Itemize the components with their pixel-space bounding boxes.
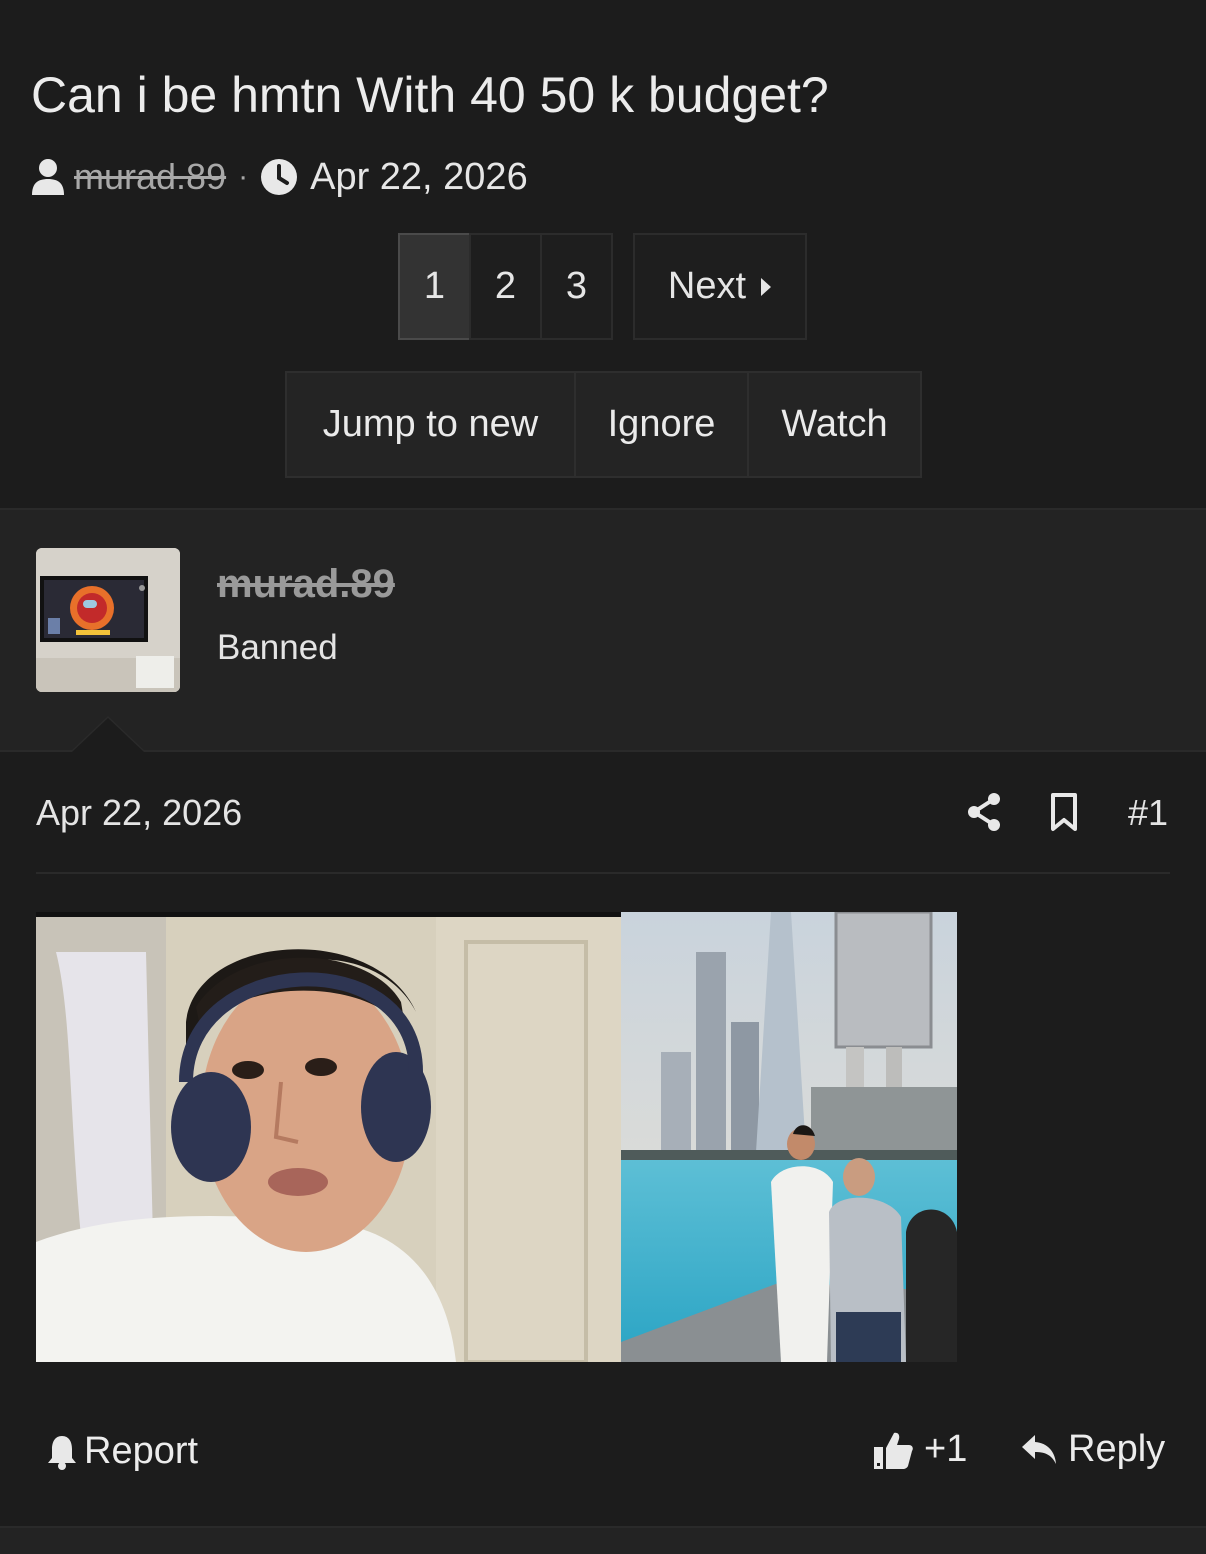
post-divider bbox=[36, 872, 1170, 874]
page-1-button[interactable]: 1 bbox=[398, 233, 471, 340]
report-link[interactable]: Report bbox=[46, 1430, 198, 1473]
share-icon[interactable] bbox=[966, 792, 1002, 832]
jump-to-new-button[interactable]: Jump to new bbox=[285, 371, 576, 478]
attached-photo-selfie[interactable] bbox=[36, 912, 621, 1362]
attached-photo-dubai[interactable] bbox=[621, 912, 957, 1362]
reply-icon bbox=[1022, 1434, 1056, 1464]
page-3-button[interactable]: 3 bbox=[540, 233, 613, 340]
pagination: 1 2 3 Next bbox=[398, 233, 807, 340]
report-label: Report bbox=[84, 1430, 199, 1472]
next-post-edge bbox=[0, 1526, 1206, 1554]
post-user-block: murad.89 Banned bbox=[0, 508, 1206, 752]
message-pointer bbox=[72, 718, 144, 752]
next-label: Next bbox=[667, 265, 747, 307]
thread-actions: Jump to new Ignore Watch bbox=[285, 371, 922, 478]
avatar-image bbox=[36, 548, 180, 692]
bookmark-icon[interactable] bbox=[1048, 792, 1080, 832]
page-2-button[interactable]: 2 bbox=[469, 233, 542, 340]
reply-label: Reply bbox=[1068, 1428, 1166, 1470]
watch-button[interactable]: Watch bbox=[747, 371, 922, 478]
thread-meta: murad.89 · Apr 22, 2026 bbox=[30, 152, 528, 202]
caret-right-icon bbox=[761, 277, 772, 296]
post-number-link[interactable]: #1 bbox=[1128, 792, 1168, 834]
post-date-link[interactable]: Apr 22, 2026 bbox=[36, 792, 242, 834]
thumbs-up-icon bbox=[874, 1432, 913, 1469]
thread-title: Can i be hmtn With 40 50 k budget? bbox=[31, 67, 829, 123]
ignore-button[interactable]: Ignore bbox=[574, 371, 749, 478]
thread-header: Can i be hmtn With 40 50 k budget? murad… bbox=[0, 0, 1206, 508]
next-page-button[interactable]: Next bbox=[633, 233, 807, 340]
reaction-count: +1 bbox=[924, 1428, 968, 1470]
clock-icon bbox=[261, 159, 298, 195]
dubai-image bbox=[621, 912, 957, 1362]
post-body: Apr 22, 2026 #1 Report +1 Reply bbox=[0, 752, 1206, 1528]
avatar[interactable] bbox=[36, 548, 180, 692]
like-button[interactable]: +1 bbox=[872, 1428, 967, 1471]
thread-author-link[interactable]: murad.89 bbox=[74, 156, 226, 198]
bell-icon bbox=[48, 1435, 76, 1470]
post-username-link[interactable]: murad.89 bbox=[217, 562, 395, 607]
user-title: Banned bbox=[217, 628, 338, 667]
reply-button[interactable]: Reply bbox=[1020, 1428, 1165, 1471]
user-icon bbox=[32, 159, 64, 195]
thread-date[interactable]: Apr 22, 2026 bbox=[310, 156, 528, 199]
meta-separator: · bbox=[238, 160, 249, 193]
selfie-image bbox=[36, 912, 621, 1362]
